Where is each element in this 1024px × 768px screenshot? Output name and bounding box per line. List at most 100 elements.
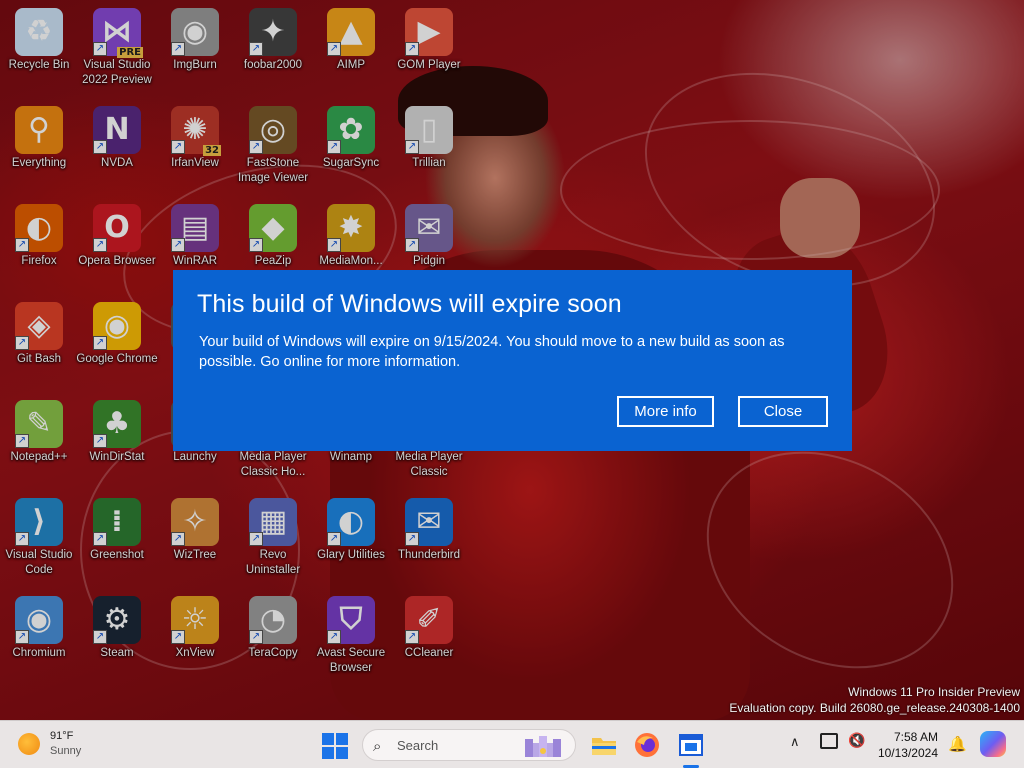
- desktop-icon[interactable]: ✉ ↗ Thunderbird: [390, 494, 468, 586]
- desktop-icon[interactable]: ♻ Recycle Bin: [0, 4, 78, 96]
- desktop-icon[interactable]: ✿ ↗ SugarSync: [312, 102, 390, 194]
- shortcut-arrow-icon: ↗: [15, 434, 29, 448]
- shortcut-arrow-icon: ↗: [171, 238, 185, 252]
- desktop-icon[interactable]: ◉ ↗ ImgBurn: [156, 4, 234, 96]
- icon-glyph: ◉: [181, 14, 209, 49]
- desktop-icon-label: PeaZip: [254, 255, 292, 267]
- desktop-icon[interactable]: ☼ ↗ XnView: [156, 592, 234, 684]
- active-window-icon[interactable]: [675, 729, 707, 761]
- desktop-icon-label: Media Player Classic: [395, 451, 463, 478]
- watermark-build: Evaluation copy. Build 26080.ge_release.…: [729, 701, 1020, 715]
- desktop-icon[interactable]: ▦ ↗ Revo Uninstaller: [234, 494, 312, 586]
- notepad-plus-plus-icon: ✎ ↗: [15, 400, 63, 448]
- file-explorer-icon[interactable]: [588, 729, 620, 761]
- desktop-icon-label: IrfanView: [171, 157, 219, 169]
- desktop-icon-label: WinRAR: [172, 255, 218, 267]
- gom-player-icon: ▶ ↗: [405, 8, 453, 56]
- shortcut-arrow-icon: ↗: [93, 42, 107, 56]
- icon-glyph: ▯: [420, 112, 438, 147]
- desktop-icon[interactable]: ◉ ↗ Chromium: [0, 592, 78, 684]
- icon-glyph: ◈: [27, 308, 51, 343]
- recycle-bin-icon: ♻: [15, 8, 63, 56]
- desktop-icon[interactable]: ◔ ↗ TeraCopy: [234, 592, 312, 684]
- desktop-icon[interactable]: ✎ ↗ Notepad++: [0, 396, 78, 488]
- desktop-icon[interactable]: ⁞ ↗ Greenshot: [78, 494, 156, 586]
- desktop-icon[interactable]: ⛉ ↗ Avast Secure Browser: [312, 592, 390, 684]
- desktop-icon[interactable]: ✐ ↗ CCleaner: [390, 592, 468, 684]
- icon-glyph: ⚲: [28, 112, 50, 147]
- system-clock[interactable]: 7:58 AM 10/13/2024: [872, 729, 938, 761]
- icon-glyph: ⟩: [32, 504, 46, 539]
- expiration-dialog: This build of Windows will expire soon Y…: [173, 270, 852, 451]
- opera-icon: O ↗: [93, 204, 141, 252]
- firefox-icon[interactable]: [631, 729, 663, 761]
- desktop-icon-label: AIMP: [336, 59, 366, 71]
- desktop-icon[interactable]: ◐ ↗ Firefox: [0, 200, 78, 292]
- clock-date: 10/13/2024: [877, 746, 938, 760]
- windows-logo-tile: [336, 733, 348, 745]
- icon-glyph: ▦: [258, 504, 288, 539]
- desktop-icon[interactable]: ⋈ PRE ↗ Visual Studio 2022 Preview: [78, 4, 156, 96]
- icon-glyph: ♣: [103, 406, 131, 441]
- desktop-icon[interactable]: ◎ ↗ FastStone Image Viewer: [234, 102, 312, 194]
- winrar-icon: ▤ ↗: [171, 204, 219, 252]
- taskbar: 91°F Sunny ⌕ Search ∧ 🔇 7:58 AM 10/13/20…: [0, 720, 1024, 768]
- more-info-button[interactable]: More info: [617, 396, 714, 427]
- desktop-icon[interactable]: ✧ ↗ WizTree: [156, 494, 234, 586]
- close-button[interactable]: Close: [738, 396, 828, 427]
- shortcut-arrow-icon: ↗: [327, 140, 341, 154]
- icon-glyph: ◆: [261, 210, 285, 245]
- desktop-icon[interactable]: ♣ ↗ WinDirStat: [78, 396, 156, 488]
- icon-glyph: ◉: [103, 308, 131, 343]
- trillian-file-icon: ▯ ↗: [405, 106, 453, 154]
- greenshot-icon: ⁞ ↗: [93, 498, 141, 546]
- shortcut-arrow-icon: ↗: [93, 532, 107, 546]
- firefox-icon: ◐ ↗: [15, 204, 63, 252]
- irfanview-icon: ✺ 32 ↗: [171, 106, 221, 156]
- desktop-icon[interactable]: ✦ ↗ foobar2000: [234, 4, 312, 96]
- firefox-logo-icon: [635, 733, 659, 757]
- desktop-icon-label: foobar2000: [243, 59, 303, 71]
- start-button[interactable]: [322, 733, 348, 759]
- desktop-icon[interactable]: ▲ ↗ AIMP: [312, 4, 390, 96]
- taskbar-search-box[interactable]: ⌕ Search: [362, 729, 576, 761]
- shortcut-arrow-icon: ↗: [93, 140, 107, 154]
- desktop-icon[interactable]: ⚲ Everything: [0, 102, 78, 194]
- evaluation-watermark: Windows 11 Pro Insider Preview Evaluatio…: [729, 684, 1020, 716]
- desktop-icon[interactable]: ◈ ↗ Git Bash: [0, 298, 78, 390]
- icon-glyph: N: [104, 112, 130, 147]
- shortcut-arrow-icon: ↗: [171, 630, 185, 644]
- desktop-icon[interactable]: ◐ ↗ Glary Utilities: [312, 494, 390, 586]
- shortcut-arrow-icon: ↗: [327, 238, 341, 252]
- icon-glyph: ◐: [337, 504, 365, 539]
- network-icon[interactable]: [820, 733, 838, 749]
- desktop-icon[interactable]: N ↗ NVDA: [78, 102, 156, 194]
- icon-glyph: ✉: [416, 210, 442, 245]
- icon-badge: PRE: [117, 47, 143, 58]
- shortcut-arrow-icon: ↗: [93, 238, 107, 252]
- desktop-icon[interactable]: ◉ ↗ Google Chrome: [76, 298, 158, 390]
- desktop-icon[interactable]: O ↗ Opera Browser: [78, 200, 156, 292]
- icon-glyph: ⁞: [111, 504, 123, 539]
- desktop-icon-label: Steam: [100, 647, 134, 659]
- volume-muted-icon[interactable]: 🔇: [848, 733, 865, 749]
- shortcut-arrow-icon: ↗: [405, 238, 419, 252]
- desktop-icon[interactable]: ⟩ ↗ Visual Studio Code: [0, 494, 78, 586]
- chevron-up-icon[interactable]: ∧: [790, 735, 800, 750]
- desktop-icon[interactable]: ▯ ↗ Trillian: [390, 102, 468, 194]
- desktop-icon-label: Google Chrome: [76, 353, 158, 365]
- notification-bell-icon[interactable]: 🔔: [948, 735, 967, 753]
- icon-glyph: ✿: [338, 112, 364, 147]
- desktop-icon[interactable]: ▶ ↗ GOM Player: [390, 4, 468, 96]
- weather-widget[interactable]: 91°F Sunny: [18, 729, 81, 759]
- desktop-icon[interactable]: ⚙ ↗ Steam: [78, 592, 156, 684]
- icon-glyph: ▤: [180, 210, 210, 245]
- ccleaner-icon: ✐ ↗: [405, 596, 453, 644]
- copilot-icon[interactable]: [980, 731, 1006, 757]
- pidgin-icon: ✉ ↗: [405, 204, 453, 252]
- mediamonkey-icon: ✸ ↗: [327, 204, 375, 252]
- desktop-icon[interactable]: ✺ 32 ↗ IrfanView: [156, 102, 234, 194]
- shortcut-arrow-icon: ↗: [327, 42, 341, 56]
- icon-glyph: ⛉: [339, 602, 363, 637]
- desktop-icon-label: TeraCopy: [248, 647, 298, 659]
